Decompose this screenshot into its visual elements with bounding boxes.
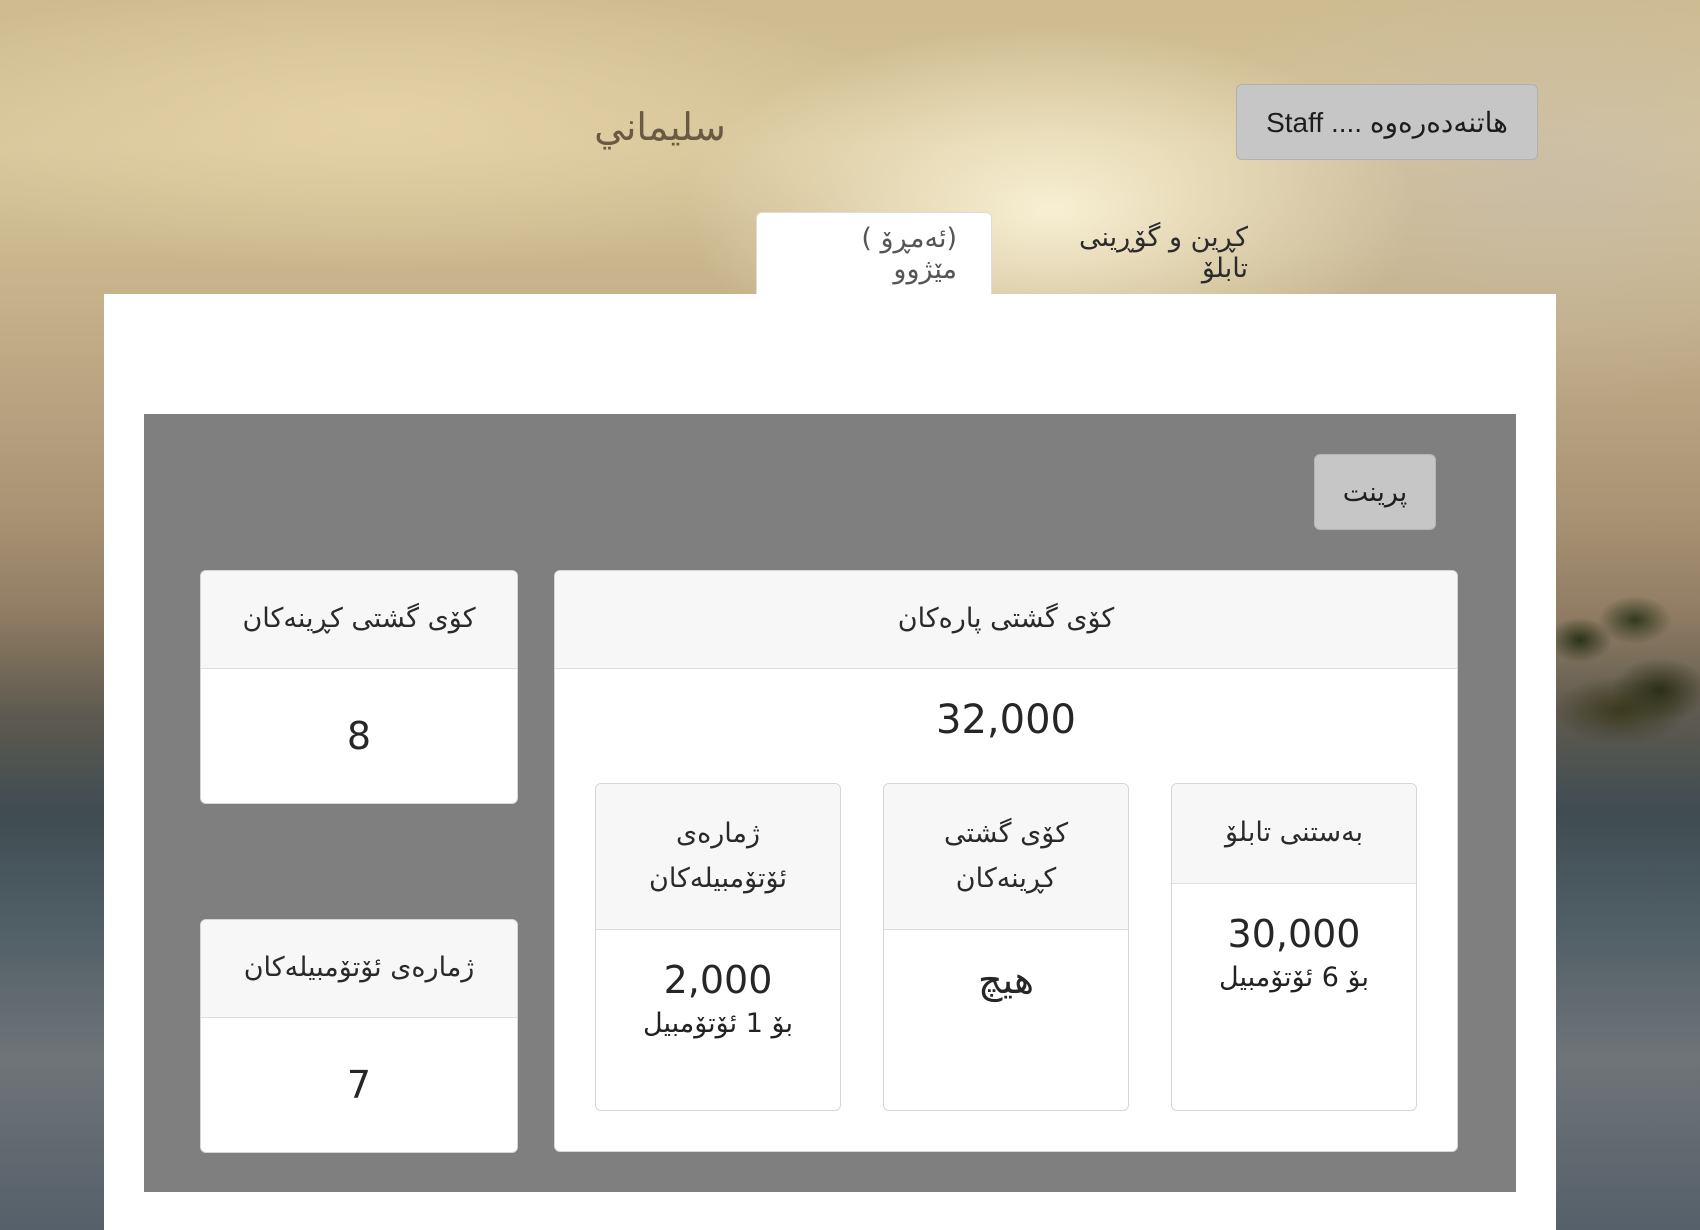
tab-bar: (ئەمڕۆ ) مێژوو کڕین و گۆڕینی تابلۆ <box>756 212 1282 294</box>
breakdown-note: بۆ 1 ئۆتۆمبیل <box>643 1008 793 1039</box>
total-money-title: کۆی گشتی پارەکان <box>555 571 1457 669</box>
total-money-value: 32,000 <box>936 697 1076 743</box>
print-button[interactable]: پرینت <box>1314 454 1436 530</box>
car-count-card: ژمارەی ئۆتۆمبیلەکان 7 <box>200 919 518 1153</box>
tab-history-today[interactable]: (ئەمڕۆ ) مێژوو <box>756 212 992 294</box>
breakdown-title: کۆی گشتی کڕینەکان <box>884 784 1128 930</box>
breakdown-card-car-count: ژمارەی ئۆتۆمبیلەکان 2,000 بۆ 1 ئۆتۆمبیل <box>595 783 841 1111</box>
breakdown-title: بەستنی تابلۆ <box>1172 784 1416 884</box>
total-money-card: کۆی گشتی پارەکان 32,000 بەستنی تابلۆ 30,… <box>554 570 1458 1152</box>
tab-content-panel: پرینت کۆی گشتی پارەکان 32,000 بەستنی تاب… <box>104 294 1556 1230</box>
report-area: پرینت کۆی گشتی پارەکان 32,000 بەستنی تاب… <box>144 414 1516 1192</box>
background-palm-trees <box>1540 560 1700 760</box>
total-purchases-card: کۆی گشتی کڕینەکان 8 <box>200 570 518 804</box>
page-title: سليماني <box>594 105 726 149</box>
staff-logout-button[interactable]: هاتنەدەرەوە .... Staff <box>1236 84 1538 160</box>
car-count-title: ژمارەی ئۆتۆمبیلەکان <box>201 920 517 1018</box>
car-count-value: 7 <box>346 1063 372 1107</box>
breakdown-value: 30,000 <box>1227 912 1361 956</box>
breakdown-card-total-purchases: کۆی گشتی کڕینەکان هیچ <box>883 783 1129 1111</box>
total-purchases-title: کۆی گشتی کڕینەکان <box>201 571 517 669</box>
breakdown-card-plate-binding: بەستنی تابلۆ 30,000 بۆ 6 ئۆتۆمبیل <box>1171 783 1417 1111</box>
tab-buy-change-plate[interactable]: کڕین و گۆڕینی تابلۆ <box>992 212 1282 294</box>
breakdown-value: 2,000 <box>663 958 773 1002</box>
breakdown-note: بۆ 6 ئۆتۆمبیل <box>1219 962 1369 993</box>
breakdown-value: هیچ <box>977 958 1035 1002</box>
total-purchases-value: 8 <box>346 714 372 758</box>
breakdown-title: ژمارەی ئۆتۆمبیلەکان <box>596 784 840 930</box>
